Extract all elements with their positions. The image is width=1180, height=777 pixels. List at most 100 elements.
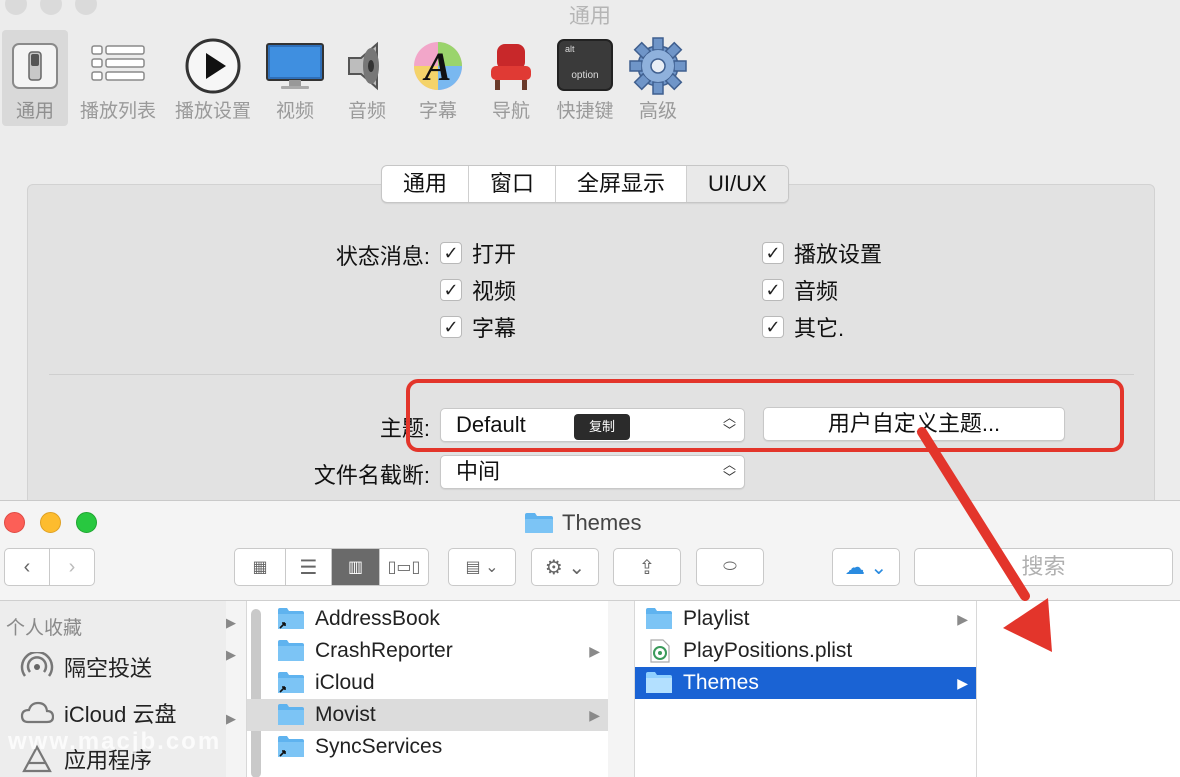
plist-file-icon [650,639,670,663]
list-item[interactable]: iCloud [247,667,608,699]
tab-window[interactable]: 窗口 [469,166,557,202]
finder-toolbar: ‹ › ▦ ☰ ▥ ▯▭▯ ▤ ⌄ ⚙ ⌄ ⇪ ⬭ ☁ ⌄ 搜索 [0,545,1180,601]
toolbar-navigation[interactable]: 导航 [480,30,542,126]
icloud-icon: ☁ ⌄ [844,556,888,579]
toolbar-playback[interactable]: 播放设置 [170,30,256,126]
checkbox-label: 打开 [472,242,517,267]
filename-truncation-select[interactable]: 中间 ︿ ﹀ [440,455,745,489]
tab-bar: 通用 窗口 全屏显示 UI/UX [381,165,789,203]
tab-fullscreen[interactable]: 全屏显示 [556,166,688,202]
toolbar-general[interactable]: 通用 [2,30,68,126]
item-name: iCloud [315,671,375,694]
checkbox-other[interactable]: ✓ 其它. [762,313,844,341]
disclosure-icon: ▶ [226,711,236,726]
close-button[interactable] [4,512,25,533]
checkbox-subtitle[interactable]: ✓ 字幕 [440,313,516,341]
prefs-window-title: 通用 [569,5,611,28]
icon-view-button[interactable]: ▦ [234,548,286,586]
disclosure-icon: ▶ [589,706,600,723]
list-item[interactable]: SyncServices [247,731,608,763]
filename-truncation-value: 中间 [456,459,501,484]
minimize-button[interactable] [40,512,61,533]
chevron-right-icon: › [68,555,76,578]
share-button[interactable]: ⇪ [613,548,681,586]
gear-icon [629,37,687,95]
sidebar-item-icloud-drive[interactable]: iCloud 云盘 [20,697,176,729]
chevron-left-icon: ‹ [23,555,31,578]
sidebar-item-airdrop[interactable]: 隔空投送 [20,651,152,683]
finder-title: Themes [524,510,641,536]
item-name: Playlist [683,607,750,630]
search-input[interactable]: 搜索 [914,548,1173,586]
toolbar-label: 播放列表 [79,101,156,122]
list-icon: ☰ [299,556,318,579]
annotation-highlight-box [406,379,1124,452]
checkbox-label: 视频 [472,279,517,304]
sidebar-item-label: 隔空投送 [64,656,153,681]
finder-title-text: Themes [562,510,642,535]
list-item[interactable]: CrashReporter ▶ [247,635,608,667]
list-item-selected[interactable]: Movist ▶ [247,699,608,731]
columns-icon: ▥ [347,559,364,576]
forward-button[interactable]: › [49,548,95,586]
toolbar-video[interactable]: 视频 [262,30,328,126]
sidebar-item-label: iCloud 云盘 [64,702,177,727]
folder-icon [278,640,304,661]
cover-flow-button[interactable]: ▯▭▯ [379,548,429,586]
updown-arrows-icon: ︿ ﹀ [722,457,736,485]
toolbar-label: 导航 [491,101,530,122]
toolbar-label: 快捷键 [556,101,614,122]
play-icon [185,38,241,94]
airdrop-icon [20,652,54,677]
tab-general[interactable]: 通用 [382,166,470,202]
disclosure-icon: ▶ [957,674,968,691]
zoom-button[interactable] [76,512,97,533]
share-icon: ⇪ [638,556,656,579]
divider [49,374,1134,375]
toolbar-playlist[interactable]: 播放列表 [76,30,160,126]
status-message-label: 状态消息: [335,244,430,269]
tag-button[interactable]: ⬭ [696,548,764,586]
arrange-button[interactable]: ▤ ⌄ [448,548,516,586]
check-icon: ✓ [762,316,784,338]
checkbox-playback[interactable]: ✓ 播放设置 [762,239,882,267]
item-name: CrashReporter [315,639,453,662]
arrange-icon: ▤ ⌄ [465,559,499,576]
list-item[interactable]: Playlist ▶ [635,603,976,635]
folder-icon [646,672,672,693]
column-view-button[interactable]: ▥ [331,548,380,586]
folder-alias-icon [278,736,304,757]
finder-titlebar: Themes [0,501,1180,545]
gear-icon: ⚙ ⌄ [544,556,586,579]
list-item[interactable]: PlayPositions.plist [635,635,976,667]
toolbar-audio[interactable]: 音频 [336,30,398,126]
toolbar-shortcuts[interactable]: alt option 快捷键 [550,30,620,126]
toolbar-subtitle[interactable]: A 字幕 [406,30,470,126]
general-switch-icon [12,43,58,89]
tab-uiux[interactable]: UI/UX [687,166,788,202]
checkbox-open[interactable]: ✓ 打开 [440,239,516,267]
sidebar-header: 个人收藏 [6,618,83,639]
folder-icon [278,704,304,725]
icloud-button[interactable]: ☁ ⌄ [832,548,900,586]
finder-column-3 [976,601,1180,777]
list-item-selected[interactable]: Themes ▶ [635,667,976,699]
disclosure-icon: ▶ [957,610,968,627]
cloud-icon [20,701,54,724]
svg-text:option: option [571,70,598,81]
list-view-button[interactable]: ☰ [285,548,332,586]
checkbox-audio[interactable]: ✓ 音频 [762,276,838,304]
disclosure-icon: ▶ [226,647,236,662]
folder-icon [646,608,672,629]
action-button[interactable]: ⚙ ⌄ [531,548,599,586]
back-button[interactable]: ‹ [4,548,50,586]
item-name: SyncServices [315,735,443,758]
checkbox-video[interactable]: ✓ 视频 [440,276,516,304]
keyboard-key-icon: alt option [557,39,613,91]
filename-truncation-label: 文件名截断: [313,463,430,488]
prefs-titlebar: 通用 [0,0,1180,28]
list-item[interactable]: AddressBook [247,603,608,635]
svg-text:alt: alt [565,44,575,54]
checkbox-label: 音频 [794,279,839,304]
toolbar-advanced[interactable]: 高级 [626,30,690,126]
